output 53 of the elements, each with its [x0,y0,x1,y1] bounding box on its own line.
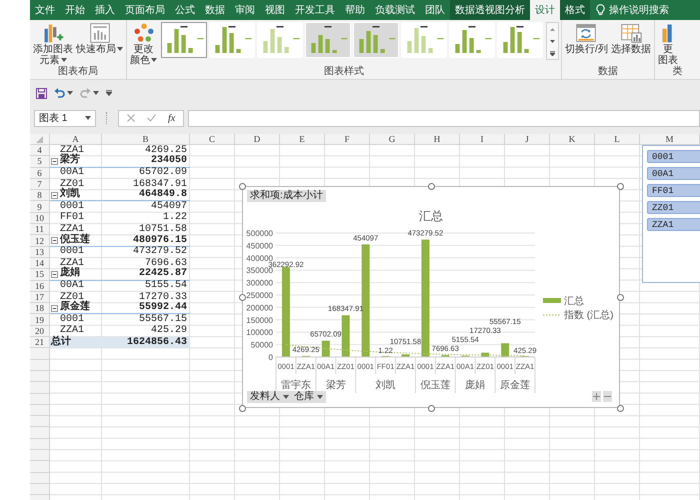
table-cell-text: ZZA1 [60,224,84,235]
legend-label: 指数 (汇总) [564,310,614,321]
table-cell: 55992.44 [102,303,190,314]
axis-label: 350000 [246,266,273,276]
table-cell-text: 4269.25 [144,145,188,156]
category-group-label: 刘凯 [376,380,396,391]
table-cell: 原金莲 [50,303,102,314]
category-group-label: 倪玉莲 [420,380,450,391]
table-cell-text: 168347.91 [132,178,188,190]
group-label: 图表布局 [57,66,99,79]
axis-label: 500000 [246,229,273,238]
category-group-label: 梁芳 [326,380,346,391]
table-cell-text: 0001 [59,201,86,212]
table-cell-text: 454097 [150,201,188,212]
table-cell-text: 425.29 [150,326,188,337]
table-cell-text: 5155.54 [144,280,188,292]
axis-label: 200000 [246,303,273,312]
group-label: 类 [671,66,684,79]
category-group-label: 原金莲 [500,380,530,391]
table-cell-text: 473279.52 [132,246,188,258]
group-label: 数据 [596,66,619,79]
axis-label: 100000 [246,328,273,338]
legend-label: 汇总 [564,296,584,307]
axis-label: 450000 [246,241,273,250]
axis-label: 250000 [246,291,273,300]
axis-label: 0 [268,353,273,362]
table-cell: 1624856.43 [102,337,190,348]
table-cell-text: 10751.58 [138,224,188,235]
table-cell-text: 55567.15 [138,314,188,326]
table-cell-text: 7696.63 [144,258,188,269]
table-cell-text: 00A1 [59,280,86,292]
table-cell-text: 1.22 [162,212,188,224]
table-cell: 480976.15 [102,235,190,247]
axis-label: 300000 [246,278,273,288]
table-cell-text: FF01 [59,212,86,224]
table-cell-text: ZZA1 [60,326,86,336]
table-cell: 234050 [102,156,190,168]
table-cell-text: 65702.09 [138,168,188,179]
table-cell-text: 0001 [59,246,86,258]
table-cell: 464849.8 [102,190,190,202]
chart-title: 汇总 [419,209,443,223]
axis-label: 50000 [250,340,273,350]
table-cell-text: 00A1 [59,168,86,179]
table-cell-text: 0001 [59,314,86,326]
category-group-label: 雷宇东 [280,380,311,391]
group-label: 图表样式 [323,66,365,79]
axis-label: 150000 [246,316,273,325]
category-group-label: 庞娟 [465,380,486,391]
axis-label: 400000 [246,254,273,263]
table-cell: 倪玉莲 [50,235,102,247]
table-cell: 总计 [50,337,102,348]
table-cell-text: 17270.33 [138,292,188,302]
table-cell: 22425.87 [102,269,190,281]
